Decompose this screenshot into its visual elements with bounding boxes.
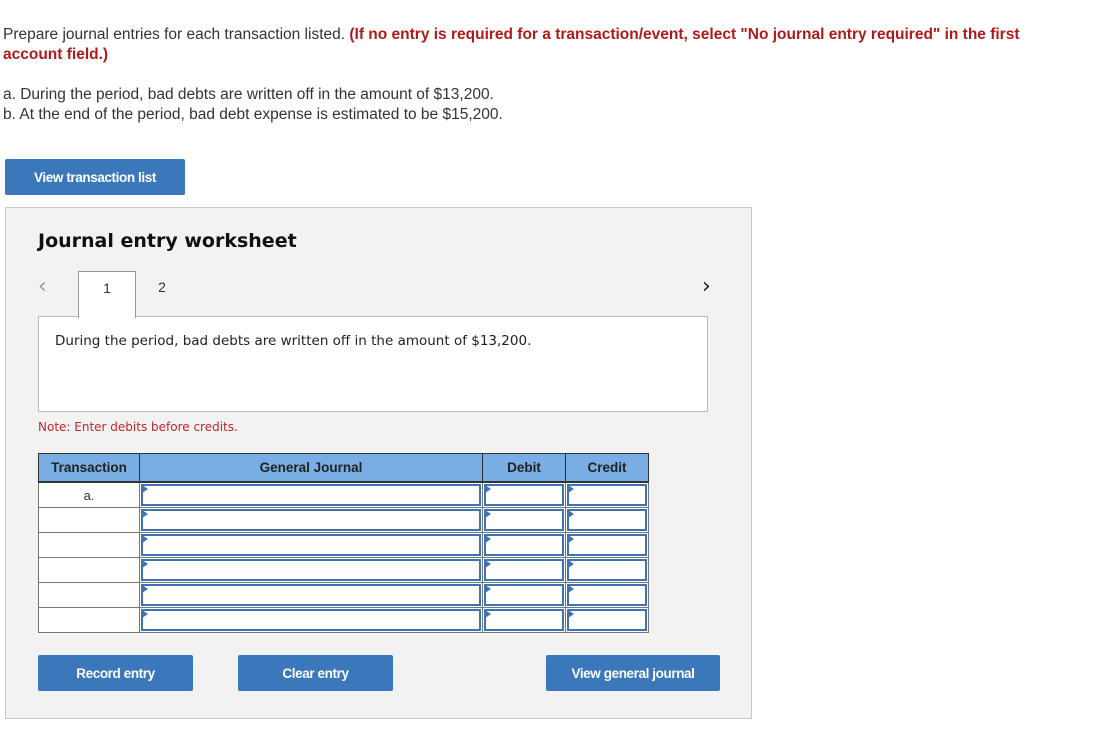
tab-2[interactable]: 2 (148, 271, 176, 316)
transaction-cell (38, 532, 140, 558)
debit-input[interactable] (484, 509, 564, 531)
chevron-right-icon[interactable]: › (702, 274, 711, 299)
tab-1[interactable]: 1 (78, 271, 136, 318)
header-credit: Credit (565, 453, 649, 483)
view-transaction-list-button[interactable]: View transaction list (5, 159, 185, 195)
debit-input[interactable] (484, 559, 564, 581)
header-general-journal: General Journal (139, 453, 483, 483)
header-transaction: Transaction (38, 453, 140, 483)
table-row (38, 557, 649, 583)
account-select[interactable] (141, 484, 481, 506)
credit-input[interactable] (567, 584, 647, 606)
instructions: Prepare journal entries for each transac… (3, 25, 1083, 65)
credit-cell (565, 532, 649, 558)
transaction-cell (38, 557, 140, 583)
debit-cell (482, 607, 566, 633)
record-entry-button[interactable]: Record entry (38, 655, 193, 691)
transaction-description-box: During the period, bad debts are written… (38, 316, 708, 412)
account-cell (139, 557, 483, 583)
view-general-journal-button[interactable]: View general journal (546, 655, 720, 691)
credit-input[interactable] (567, 534, 647, 556)
debit-cell (482, 507, 566, 533)
account-cell (139, 532, 483, 558)
journal-table: Transaction General Journal Debit Credit… (38, 453, 649, 633)
transaction-b: b. At the end of the period, bad debt ex… (3, 106, 503, 123)
table-row (38, 582, 649, 608)
credit-cell (565, 557, 649, 583)
journal-entry-worksheet: Journal entry worksheet ‹ 1 2 › During t… (5, 207, 752, 719)
account-cell (139, 481, 483, 508)
debit-cell (482, 582, 566, 608)
worksheet-title: Journal entry worksheet (38, 230, 297, 252)
credit-input[interactable] (567, 609, 647, 631)
credit-cell (565, 481, 649, 508)
debit-cell (482, 557, 566, 583)
transaction-cell (38, 607, 140, 633)
table-row: a. (38, 481, 649, 508)
debit-input[interactable] (484, 584, 564, 606)
instructions-text: Prepare journal entries for each transac… (3, 26, 350, 43)
transaction-cell: a. (38, 481, 140, 508)
table-header-row: Transaction General Journal Debit Credit (38, 453, 649, 483)
credit-cell (565, 507, 649, 533)
transaction-description: During the period, bad debts are written… (55, 333, 532, 349)
account-select[interactable] (141, 584, 481, 606)
account-select[interactable] (141, 509, 481, 531)
account-select[interactable] (141, 559, 481, 581)
chevron-left-icon[interactable]: ‹ (38, 274, 47, 299)
account-cell (139, 582, 483, 608)
account-cell (139, 607, 483, 633)
table-row (38, 532, 649, 558)
credit-cell (565, 607, 649, 633)
debit-input[interactable] (484, 534, 564, 556)
credit-input[interactable] (567, 559, 647, 581)
transaction-list: a. During the period, bad debts are writ… (3, 85, 503, 125)
transaction-a: a. During the period, bad debts are writ… (3, 86, 494, 103)
table-row (38, 507, 649, 533)
transaction-cell (38, 507, 140, 533)
account-select[interactable] (141, 534, 481, 556)
credit-cell (565, 582, 649, 608)
account-select[interactable] (141, 609, 481, 631)
transaction-cell (38, 582, 140, 608)
table-row (38, 607, 649, 633)
debit-cell (482, 532, 566, 558)
credit-input[interactable] (567, 509, 647, 531)
credit-input[interactable] (567, 484, 647, 506)
clear-entry-button[interactable]: Clear entry (238, 655, 393, 691)
debit-input[interactable] (484, 484, 564, 506)
debit-cell (482, 481, 566, 508)
note-text: Note: Enter debits before credits. (38, 420, 238, 434)
account-cell (139, 507, 483, 533)
debit-input[interactable] (484, 609, 564, 631)
header-debit: Debit (482, 453, 566, 483)
